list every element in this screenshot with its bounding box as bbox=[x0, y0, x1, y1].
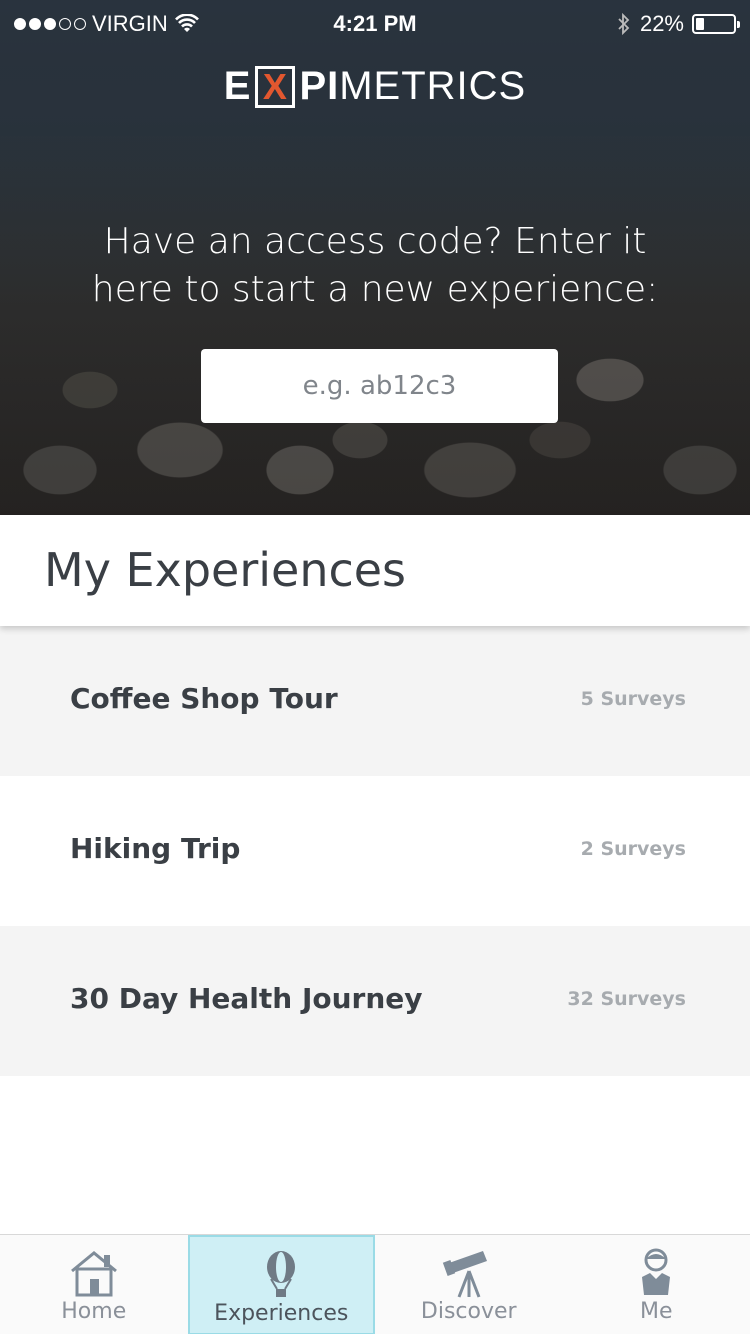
balloon-icon bbox=[267, 1251, 296, 1297]
person-icon bbox=[642, 1248, 671, 1295]
experience-row[interactable]: 30 Day Health Journey 32 Surveys bbox=[0, 926, 750, 1076]
access-code-input[interactable] bbox=[201, 349, 558, 423]
my-experiences-header: My Experiences bbox=[0, 515, 750, 626]
experience-row[interactable]: Hiking Trip 2 Surveys bbox=[0, 776, 750, 926]
battery-percent: 22% bbox=[639, 11, 684, 36]
tab-home[interactable]: Home bbox=[0, 1235, 188, 1334]
prompt-line-2: here to start a new experience: bbox=[91, 269, 659, 310]
experience-list: Coffee Shop Tour 5 Surveys Hiking Trip 2… bbox=[0, 626, 750, 1076]
battery-level bbox=[696, 18, 704, 30]
tab-label: Me bbox=[639, 1299, 673, 1324]
app-logo: E X PI METRICS bbox=[0, 64, 750, 109]
survey-count: 2 Surveys bbox=[580, 838, 686, 860]
survey-count: 32 Surveys bbox=[567, 988, 686, 1010]
home-icon bbox=[70, 1251, 117, 1297]
section-title: My Experiences bbox=[44, 543, 407, 597]
bluetooth-icon bbox=[618, 12, 630, 36]
experience-title: Hiking Trip bbox=[70, 832, 241, 865]
experience-title: Coffee Shop Tour bbox=[70, 682, 338, 715]
telescope-icon bbox=[442, 1251, 487, 1298]
tab-discover[interactable]: Discover bbox=[375, 1235, 563, 1334]
experience-title: 30 Day Health Journey bbox=[70, 982, 423, 1015]
survey-count: 5 Surveys bbox=[580, 688, 686, 710]
tab-me[interactable]: Me bbox=[563, 1235, 750, 1334]
access-code-prompt: Have an access code? Enter it here to st… bbox=[0, 218, 750, 314]
tab-label: Discover bbox=[420, 1299, 517, 1324]
logo-word-metrics: METRICS bbox=[339, 64, 527, 108]
logo-letters-pi: PI bbox=[299, 64, 340, 108]
tab-label: Experiences bbox=[214, 1301, 349, 1326]
logo-letter-e: E bbox=[223, 64, 252, 108]
prompt-line-1: Have an access code? Enter it bbox=[103, 221, 647, 262]
battery-icon bbox=[692, 14, 740, 34]
tab-bar: Home Experiences Discover Me bbox=[0, 1234, 750, 1334]
experience-row[interactable]: Coffee Shop Tour 5 Surveys bbox=[0, 626, 750, 776]
tab-label: Home bbox=[61, 1299, 127, 1324]
tab-experiences[interactable]: Experiences bbox=[187, 1235, 375, 1334]
logo-letter-x: X bbox=[255, 65, 296, 108]
status-bar: VIRGIN 4:21 PM 22% bbox=[0, 0, 750, 48]
